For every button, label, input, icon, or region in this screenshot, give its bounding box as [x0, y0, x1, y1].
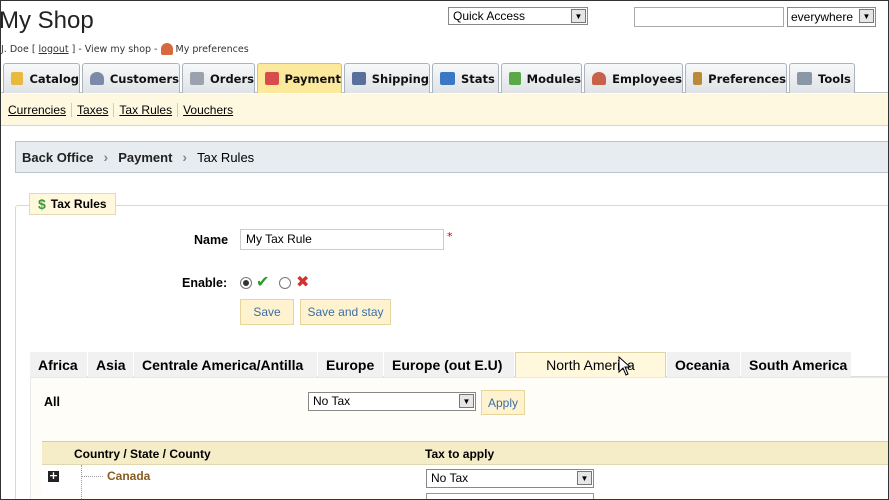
country-canada: Canada: [107, 469, 151, 483]
column-tax: Tax to apply: [425, 447, 495, 461]
canada-tax-select[interactable]: No Tax ▼: [426, 469, 594, 488]
truck-icon: [352, 72, 366, 85]
tree-line: [81, 476, 103, 477]
chevron-down-icon[interactable]: ▼: [577, 471, 592, 485]
required-marker: *: [447, 230, 453, 243]
view-shop-link[interactable]: ] - View my shop -: [72, 44, 158, 55]
tab-label: Orders: [210, 71, 254, 86]
tab-catalog[interactable]: Catalog: [3, 63, 80, 93]
check-icon: ✔: [256, 272, 270, 291]
shop-title: My Shop: [0, 7, 94, 34]
wrench-icon: [797, 72, 812, 85]
enable-label: Enable:: [182, 276, 228, 290]
folder-icon: [11, 72, 24, 85]
name-field[interactable]: My Tax Rule: [240, 229, 444, 250]
tab-label: Shipping: [371, 71, 429, 86]
tree-line: [81, 465, 82, 499]
zone-tab-europe-out-eu[interactable]: Europe (out E.U): [384, 352, 514, 377]
enable-no-radio[interactable]: [279, 277, 291, 289]
tab-label: Tools: [818, 71, 851, 86]
tab-label: Employees: [612, 71, 682, 86]
tab-shipping[interactable]: Shipping: [344, 63, 430, 93]
save-and-stay-button[interactable]: Save and stay: [300, 299, 391, 325]
all-label: All: [44, 395, 60, 409]
zone-tab-south-america[interactable]: South America: [741, 352, 851, 377]
zone-tab-north-america[interactable]: North America: [515, 352, 666, 377]
breadcrumb-payment[interactable]: Payment: [118, 150, 172, 165]
zone-tab-asia[interactable]: Asia: [88, 352, 133, 377]
puzzle-icon: [509, 72, 521, 85]
logout-link[interactable]: logout: [39, 44, 69, 55]
cross-icon: ✖: [296, 272, 310, 291]
expand-icon[interactable]: +: [48, 470, 59, 482]
legend-label: Tax Rules: [50, 197, 107, 211]
all-tax-value: No Tax: [313, 394, 351, 408]
tab-tools[interactable]: Tools: [789, 63, 855, 93]
chevron-down-icon[interactable]: ▼: [571, 9, 586, 23]
quick-access-select[interactable]: Quick Access ▼: [448, 7, 588, 25]
zone-tab-central-america[interactable]: Centrale America/Antilla: [134, 352, 317, 377]
subnav-currencies[interactable]: Currencies: [3, 102, 73, 117]
fieldset-legend: $ Tax Rules: [29, 193, 116, 215]
column-country: Country / State / County: [74, 447, 211, 461]
tab-label: Preferences: [708, 71, 786, 86]
subnav-taxes[interactable]: Taxes: [72, 102, 115, 117]
all-tax-select[interactable]: No Tax ▼: [308, 392, 476, 411]
preferences-icon: [693, 72, 703, 85]
tab-label: Catalog: [29, 71, 79, 86]
search-scope-value: everywhere: [791, 10, 854, 24]
bar-chart-icon: [440, 72, 455, 85]
zone-tab-europe[interactable]: Europe: [318, 352, 383, 377]
my-preferences-link[interactable]: My preferences: [176, 44, 249, 55]
apply-button[interactable]: Apply: [481, 390, 525, 415]
tab-preferences[interactable]: Preferences: [685, 63, 787, 93]
canada-tax-value: No Tax: [431, 471, 469, 485]
breadcrumb-back-office[interactable]: Back Office: [22, 150, 94, 165]
tab-stats[interactable]: Stats: [432, 63, 499, 93]
tab-label: Payment: [284, 71, 342, 86]
enable-yes-radio[interactable]: [240, 277, 252, 289]
quick-access-value: Quick Access: [453, 9, 526, 23]
breadcrumb: Back Office › Payment › Tax Rules: [15, 141, 888, 173]
search-input[interactable]: [634, 7, 784, 27]
user-icon: [160, 43, 173, 55]
sub-navigation: Currencies Taxes Tax Rules Vouchers: [1, 94, 888, 126]
chevron-right-icon: ›: [182, 149, 188, 165]
user-icon: [90, 72, 104, 85]
main-tabs: Catalog Customers Orders Payment Shippin…: [1, 63, 888, 93]
tab-modules[interactable]: Modules: [501, 63, 582, 93]
employee-icon: [592, 72, 607, 85]
search-scope-select[interactable]: everywhere ▼: [787, 7, 876, 27]
window-frame: My Shop J. Doe [ logout ] - View my shop…: [0, 0, 889, 500]
subnav-tax-rules[interactable]: Tax Rules: [114, 102, 179, 117]
zone-tab-africa[interactable]: Africa: [30, 352, 87, 377]
name-label: Name: [194, 233, 229, 247]
tab-label: Customers: [109, 71, 179, 86]
zone-tab-oceania[interactable]: Oceania: [667, 352, 740, 377]
zone-tabs: Africa Asia Centrale America/Antilla Eur…: [30, 352, 888, 377]
tab-payment[interactable]: Payment: [257, 63, 342, 93]
subnav-vouchers[interactable]: Vouchers: [178, 103, 238, 117]
tab-employees[interactable]: Employees: [584, 63, 683, 93]
cart-icon: [190, 72, 204, 85]
tab-label: Modules: [526, 71, 581, 86]
chevron-down-icon[interactable]: ▼: [859, 9, 874, 23]
chevron-down-icon[interactable]: ▼: [459, 394, 474, 408]
tab-customers[interactable]: Customers: [82, 63, 180, 93]
tab-label: Stats: [461, 71, 495, 86]
dollar-icon: $: [38, 196, 46, 212]
tab-orders[interactable]: Orders: [182, 63, 255, 93]
payment-icon: [265, 72, 279, 85]
save-button[interactable]: Save: [240, 299, 294, 325]
mouse-cursor-icon: [618, 356, 632, 376]
next-row-select[interactable]: [426, 493, 594, 499]
chevron-right-icon: ›: [103, 149, 109, 165]
user-line: J. Doe [ logout ] - View my shop - My pr…: [1, 43, 249, 55]
breadcrumb-tax-rules: Tax Rules: [197, 149, 255, 165]
user-prefix: J. Doe [: [1, 43, 36, 55]
table-header: Country / State / County Tax to apply: [42, 441, 888, 465]
